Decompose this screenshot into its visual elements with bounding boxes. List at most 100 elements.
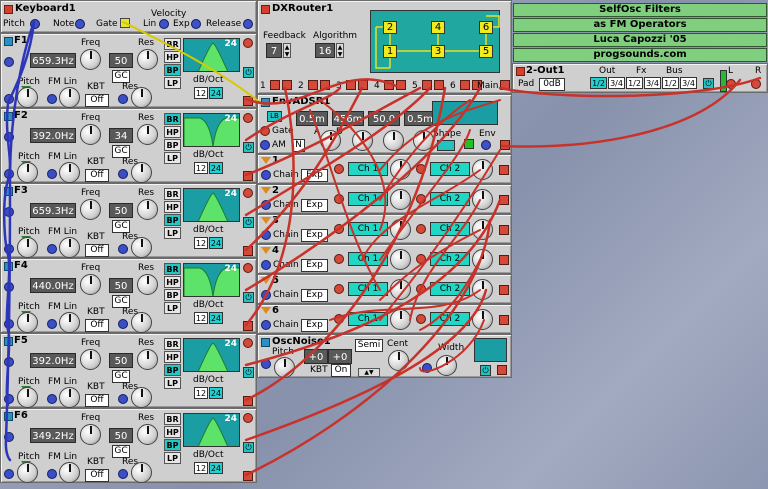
chain-output[interactable]: [499, 225, 509, 235]
chain-input[interactable]: [261, 290, 271, 300]
power-icon[interactable]: ⏻: [243, 292, 254, 303]
hp-button[interactable]: HP: [164, 276, 181, 288]
op-jack[interactable]: [460, 80, 470, 90]
pitch-knob[interactable]: [274, 357, 295, 378]
chain-mode-button[interactable]: Exp: [301, 199, 328, 212]
audio-input[interactable]: [4, 282, 14, 292]
collapse-icon[interactable]: [261, 5, 270, 14]
fx-12-button[interactable]: 1/2: [626, 77, 643, 89]
fm-knob[interactable]: [59, 462, 80, 483]
kbt-toggle[interactable]: Off: [85, 244, 109, 257]
gate-output[interactable]: [120, 18, 130, 28]
cent-knob[interactable]: [388, 350, 409, 371]
slope-24-button[interactable]: 24: [209, 387, 223, 399]
ch2-box[interactable]: Ch 2: [430, 222, 470, 236]
pitch-input[interactable]: [4, 94, 14, 104]
bp-button[interactable]: BP: [164, 439, 181, 451]
bus-34-button[interactable]: 3/4: [680, 77, 697, 89]
collapse-icon[interactable]: [4, 5, 13, 14]
semi-button[interactable]: Semi: [355, 339, 383, 352]
lp-button[interactable]: LP: [164, 452, 181, 464]
op-jack[interactable]: [396, 80, 406, 90]
pitch-knob[interactable]: [17, 387, 38, 408]
res-knob[interactable]: [137, 199, 158, 220]
res-input[interactable]: [118, 94, 128, 104]
ch1-box[interactable]: Ch 1: [348, 252, 388, 266]
hp-button[interactable]: HP: [164, 351, 181, 363]
filter-out-jack[interactable]: [243, 171, 253, 181]
ch2-knob[interactable]: [472, 279, 493, 300]
collapse-icon[interactable]: [4, 187, 13, 196]
filter-out-jack[interactable]: [243, 96, 253, 106]
res-knob[interactable]: [137, 49, 158, 70]
freq-knob[interactable]: [80, 349, 101, 370]
lb-toggle[interactable]: LB: [267, 111, 282, 122]
pitch-knob[interactable]: [17, 87, 38, 108]
attack-knob[interactable]: [320, 130, 341, 151]
pad-button[interactable]: 0dB: [539, 78, 565, 91]
slope-12-button[interactable]: 12: [194, 387, 208, 399]
lp-button[interactable]: LP: [164, 152, 181, 164]
br-button[interactable]: BR: [164, 113, 181, 125]
power-icon[interactable]: ⏻: [703, 78, 714, 89]
op-jack[interactable]: [308, 80, 318, 90]
collapse-icon[interactable]: [4, 37, 13, 46]
slope-24-button[interactable]: 24: [209, 312, 223, 324]
res-input[interactable]: [118, 394, 128, 404]
ch2-box[interactable]: Ch 2: [430, 162, 470, 176]
feedback-spinner[interactable]: ▲ ▼: [283, 43, 291, 58]
out-12-button[interactable]: 1/2: [590, 77, 607, 89]
res-knob[interactable]: [137, 349, 158, 370]
out-34-button[interactable]: 3/4: [608, 77, 625, 89]
power-icon[interactable]: ⏻: [243, 67, 254, 78]
fm-input[interactable]: [47, 244, 57, 254]
ch2-input[interactable]: [416, 164, 426, 174]
br-button[interactable]: BR: [164, 263, 181, 275]
pitch-knob[interactable]: [17, 162, 38, 183]
width-knob[interactable]: [436, 355, 457, 376]
chain-input[interactable]: [261, 320, 271, 330]
op-jack[interactable]: [270, 80, 280, 90]
op-jack[interactable]: [358, 80, 368, 90]
res-mod-knob[interactable]: [131, 312, 152, 333]
main-jack[interactable]: [500, 80, 510, 90]
kbt-toggle[interactable]: Off: [85, 169, 109, 182]
filter-out-jack[interactable]: [243, 321, 253, 331]
filter-output[interactable]: [243, 413, 253, 423]
freq-knob[interactable]: [80, 274, 101, 295]
ch1-input[interactable]: [334, 194, 344, 204]
ch2-box[interactable]: Ch 2: [430, 282, 470, 296]
ch1-knob[interactable]: [390, 159, 411, 180]
kbt-toggle[interactable]: Off: [85, 469, 109, 482]
chain-mode-button[interactable]: Exp: [301, 169, 328, 182]
ch2-knob[interactable]: [472, 249, 493, 270]
res-mod-knob[interactable]: [131, 462, 152, 483]
pitch-input[interactable]: [4, 469, 14, 479]
lin-output[interactable]: [159, 19, 169, 29]
decay-knob[interactable]: [352, 130, 373, 151]
chain-output[interactable]: [499, 165, 509, 175]
chain-output[interactable]: [499, 285, 509, 295]
fm-knob[interactable]: [59, 237, 80, 258]
br-button[interactable]: BR: [164, 188, 181, 200]
chain-mode-button[interactable]: Exp: [301, 229, 328, 242]
osc-output[interactable]: [497, 365, 507, 375]
ch2-box[interactable]: Ch 2: [430, 192, 470, 206]
lp-button[interactable]: LP: [164, 227, 181, 239]
collapse-icon[interactable]: [261, 98, 270, 107]
n-button[interactable]: N: [292, 139, 305, 152]
algorithm-spinner[interactable]: ▲ ▼: [336, 43, 344, 58]
pitch-knob[interactable]: [17, 312, 38, 333]
semi-spinner[interactable]: ▲▼: [358, 368, 380, 377]
op-jack[interactable]: [434, 80, 444, 90]
pitch-input[interactable]: [4, 244, 14, 254]
pitch-input[interactable]: [4, 394, 14, 404]
ch2-knob[interactable]: [472, 219, 493, 240]
power-icon[interactable]: ⏻: [243, 367, 254, 378]
ch2-input[interactable]: [416, 284, 426, 294]
ch1-box[interactable]: Ch 1: [348, 192, 388, 206]
chain-input[interactable]: [261, 200, 271, 210]
op-jack[interactable]: [346, 80, 356, 90]
filter-output[interactable]: [243, 38, 253, 48]
br-button[interactable]: BR: [164, 413, 181, 425]
